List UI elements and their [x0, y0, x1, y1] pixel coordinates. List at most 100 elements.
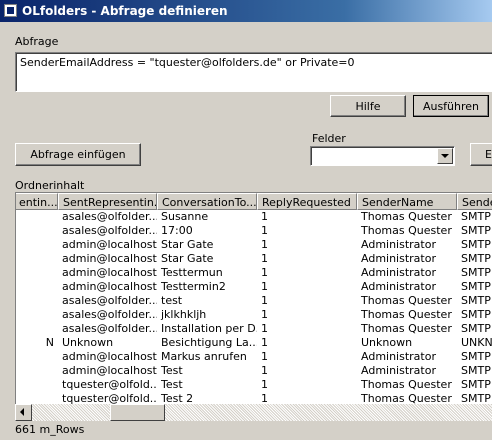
grid-header: entin... SentRepresentin... Conversation…: [16, 193, 492, 210]
table-cell: SMTP: [461, 294, 491, 307]
table-cell: Thomas Quester: [361, 294, 452, 307]
window-title: OLfolders - Abfrage definieren: [22, 4, 228, 18]
table-cell: admin@localhost: [62, 238, 157, 251]
table-cell: SMTP: [461, 266, 491, 279]
table-cell: Susanne: [161, 210, 209, 223]
table-cell: SMTP: [461, 308, 491, 321]
table-cell: Installation per D...: [161, 322, 257, 335]
table-cell: 1: [261, 266, 268, 279]
column-header[interactable]: SentRepresentin...: [58, 193, 157, 210]
table-cell: SMTP: [461, 280, 491, 293]
execute-button[interactable]: Ausführen: [413, 95, 489, 117]
table-cell: Besichtigung La...: [161, 336, 257, 349]
table-cell: [16, 350, 58, 364]
table-cell: Administrator: [361, 280, 436, 293]
table-row[interactable]: admin@localhost Test 1 Administrator SMTP: [16, 364, 492, 378]
table-cell: jklkhkljh: [161, 308, 207, 321]
table-cell: Thomas Quester: [361, 224, 452, 237]
column-header[interactable]: Sender: [457, 193, 492, 210]
table-cell: [16, 378, 58, 392]
table-row[interactable]: tquester@olfold... Test 1 Thomas Quester SMT…: [16, 378, 492, 392]
table-cell: 1: [261, 308, 268, 321]
table-cell: 1: [261, 210, 268, 223]
scrollbar-thumb[interactable]: [110, 404, 165, 421]
table-cell: [16, 210, 58, 224]
table-cell: Markus anrufen: [161, 350, 247, 363]
table-cell: Thomas Quester: [361, 210, 452, 223]
table-cell: 1: [261, 350, 268, 363]
table-cell: Testtermin2: [161, 280, 226, 293]
table-row[interactable]: admin@localhost Star Gate 1 Administrator SM…: [16, 252, 492, 266]
column-header[interactable]: SenderName: [357, 193, 457, 210]
table-cell: Unknown: [361, 336, 413, 349]
table-row[interactable]: admin@localhost Testtermin2 1 Administrator…: [16, 280, 492, 294]
e-button[interactable]: E: [470, 143, 492, 166]
table-cell: 1: [261, 294, 268, 307]
table-cell: 1: [261, 364, 268, 377]
table-cell: [16, 364, 58, 378]
column-header[interactable]: entin...: [16, 193, 58, 210]
table-cell: Thomas Quester: [361, 378, 452, 391]
table-cell: test: [161, 294, 183, 307]
table-cell: SMTP: [461, 378, 491, 391]
table-cell: admin@localhost: [62, 280, 157, 293]
table-cell: Star Gate: [161, 252, 214, 265]
table-cell: 1: [261, 378, 268, 391]
table-cell: Administrator: [361, 238, 436, 251]
data-grid[interactable]: entin... SentRepresentin... Conversation…: [15, 192, 492, 418]
app-icon: [4, 4, 17, 17]
table-cell: 1: [261, 252, 268, 265]
table-cell: admin@localhost: [62, 266, 157, 279]
table-row[interactable]: admin@localhost Testtermun 1 Administrator S…: [16, 266, 492, 280]
e-button-label: E: [485, 148, 492, 161]
help-button-label: Hilfe: [355, 100, 381, 113]
table-cell: [16, 294, 58, 308]
insert-query-button[interactable]: Abfrage einfügen: [15, 143, 141, 166]
table-cell: [16, 308, 58, 322]
table-cell: Administrator: [361, 266, 436, 279]
table-row[interactable]: N Unknown Besichtigung La... 1 Unknown UNKN: [16, 336, 492, 350]
table-cell: [16, 238, 58, 252]
table-cell: [16, 252, 58, 266]
column-header[interactable]: ReplyRequested: [257, 193, 357, 210]
table-row[interactable]: asales@olfolder... Installation per D... 1…: [16, 322, 492, 336]
table-cell: SMTP: [461, 224, 491, 237]
table-row[interactable]: asales@olfolder... jklkhkljh 1 Thomas Quest…: [16, 308, 492, 322]
table-cell: SMTP: [461, 238, 491, 251]
table-cell: N: [45, 336, 54, 349]
query-input[interactable]: SenderEmailAddress = "tquester@olfolders…: [15, 52, 492, 92]
row-count-status: 661 m_Rows: [15, 423, 85, 436]
scroll-left-icon[interactable]: [15, 404, 32, 421]
horizontal-scrollbar[interactable]: [15, 404, 492, 421]
table-row[interactable]: admin@localhost Star Gate 1 Administrator SM…: [16, 238, 492, 252]
grid-label: Ordnerinhalt: [15, 179, 85, 192]
table-cell: asales@olfolder...: [62, 210, 157, 223]
fields-label: Felder: [312, 132, 346, 145]
table-row[interactable]: admin@localhost Markus anrufen 1 Administra…: [16, 350, 492, 364]
table-cell: [16, 322, 58, 336]
column-header[interactable]: ConversationTo...: [157, 193, 257, 210]
table-cell: SMTP: [461, 252, 491, 265]
table-cell: admin@localhost: [62, 364, 157, 377]
title-bar: OLfolders - Abfrage definieren: [0, 0, 492, 22]
help-button[interactable]: Hilfe: [330, 95, 406, 117]
table-row[interactable]: asales@olfolder... Susanne 1 Thomas Quester…: [16, 210, 492, 224]
table-cell: Administrator: [361, 350, 436, 363]
fields-dropdown[interactable]: [310, 146, 455, 166]
table-cell: 1: [261, 224, 268, 237]
chevron-down-icon[interactable]: [437, 148, 453, 164]
execute-button-label: Ausführen: [422, 100, 480, 113]
table-cell: admin@localhost: [62, 252, 157, 265]
table-cell: asales@olfolder...: [62, 294, 157, 307]
table-row[interactable]: asales@olfolder... test 1 Thomas Quester SMT…: [16, 294, 492, 308]
table-cell: Test: [161, 364, 183, 377]
insert-query-button-label: Abfrage einfügen: [30, 148, 126, 161]
table-cell: asales@olfolder...: [62, 224, 157, 237]
table-cell: 1: [261, 336, 268, 349]
table-cell: 17:00: [161, 224, 193, 237]
table-cell: SMTP: [461, 364, 491, 377]
table-cell: 1: [261, 280, 268, 293]
table-row[interactable]: asales@olfolder... 17:00 1 Thomas Quester SM…: [16, 224, 492, 238]
table-cell: tquester@olfold...: [62, 378, 157, 391]
table-cell: Administrator: [361, 364, 436, 377]
